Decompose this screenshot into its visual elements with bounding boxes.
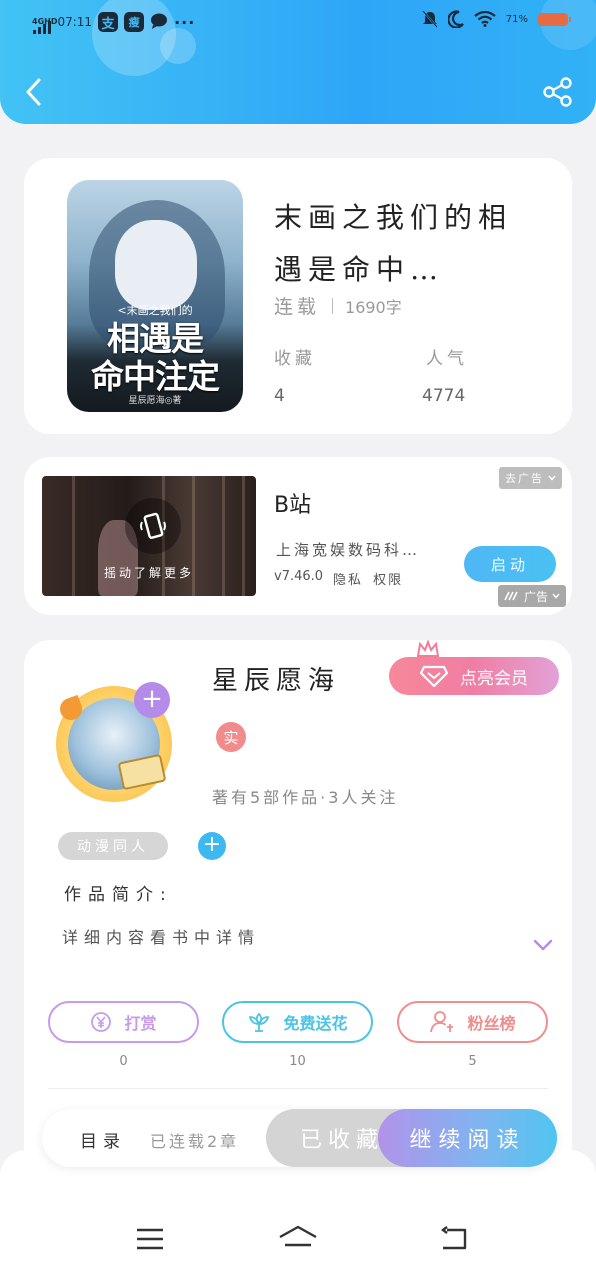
flower-icon bbox=[249, 1013, 270, 1032]
privacy-link[interactable]: 隐私 bbox=[333, 569, 363, 588]
permission-link[interactable]: 权限 bbox=[373, 569, 403, 588]
ad-hint: 摇动了解更多 bbox=[103, 566, 194, 580]
verified-badge: 实 bbox=[216, 722, 246, 752]
favorites-value: 4 bbox=[274, 386, 285, 406]
flower-count: 10 bbox=[289, 1054, 306, 1069]
share-icon bbox=[543, 77, 572, 107]
cover-title-line: 相遇是 bbox=[107, 319, 204, 358]
signal-icon bbox=[33, 20, 52, 34]
intro-label: 作品简介: bbox=[64, 885, 173, 905]
yen-icon bbox=[91, 1012, 112, 1032]
back-nav-button[interactable] bbox=[434, 1224, 474, 1254]
launch-button[interactable]: 启动 bbox=[464, 546, 556, 582]
book-cover[interactable]: <末画之我们的 相遇是 命中注定 星辰愿海◎著 bbox=[67, 180, 243, 412]
header: 4GHD 07:11 支 瘦 ··· 71% bbox=[0, 0, 596, 124]
ad-title: B站 bbox=[274, 493, 312, 518]
back-button[interactable] bbox=[18, 74, 48, 110]
cover-title-line: 命中注定 bbox=[91, 357, 220, 396]
author-name: 星辰愿海 bbox=[212, 666, 341, 696]
divider bbox=[48, 1088, 548, 1089]
tip-label: 打赏 bbox=[124, 1014, 157, 1033]
fan-ranking-button[interactable]: 粉丝榜 bbox=[397, 1001, 548, 1043]
crown-icon bbox=[416, 640, 440, 657]
battery-percent: 71% bbox=[505, 13, 528, 25]
ad-badge-label: 广告 bbox=[523, 589, 548, 604]
wifi-icon bbox=[474, 11, 496, 27]
battery-icon bbox=[538, 12, 571, 26]
remove-ad-button[interactable]: 去广告 bbox=[499, 467, 562, 489]
home-icon bbox=[279, 1225, 317, 1247]
message-icon bbox=[150, 13, 168, 32]
moon-icon bbox=[447, 10, 464, 28]
tip-count: 0 bbox=[119, 1054, 128, 1069]
vip-label: 点亮会员 bbox=[460, 668, 528, 689]
remove-ad-label: 去广告 bbox=[505, 472, 544, 485]
mute-icon bbox=[422, 10, 438, 28]
ad-meta-row: v7.46.0 隐私 权限 bbox=[274, 569, 403, 588]
chevron-down-icon[interactable] bbox=[532, 938, 554, 952]
app-icon: 瘦 bbox=[124, 12, 145, 32]
follow-button[interactable]: + bbox=[134, 682, 170, 718]
send-flower-button[interactable]: 免费送花 bbox=[222, 1001, 373, 1043]
cover-illustration bbox=[115, 220, 197, 310]
user-ranking-icon bbox=[430, 1011, 454, 1033]
chevron-down-icon bbox=[552, 593, 560, 599]
send-flower-label: 免费送花 bbox=[283, 1014, 348, 1033]
back-icon bbox=[441, 1226, 467, 1250]
alipay-icon: 支 bbox=[98, 12, 119, 32]
read-bar: 目录 已连载2章 已收藏 继续阅读 bbox=[42, 1109, 557, 1167]
serial-status: 连载 bbox=[274, 296, 321, 318]
fan-ranking-label: 粉丝榜 bbox=[467, 1014, 516, 1033]
book-info-card: <末画之我们的 相遇是 命中注定 星辰愿海◎著 末画之我们的相遇是命中… 连载 … bbox=[24, 158, 572, 434]
tip-button[interactable]: 打赏 bbox=[48, 1001, 199, 1043]
chapter-count: 已连载2章 bbox=[150, 1132, 240, 1151]
fan-count: 5 bbox=[468, 1054, 477, 1069]
ad-logo-icon bbox=[504, 591, 518, 601]
menu-icon bbox=[137, 1228, 163, 1250]
book-title: 末画之我们的相遇是命中… bbox=[274, 201, 513, 286]
diamond-icon bbox=[420, 665, 448, 687]
divider bbox=[332, 297, 334, 314]
menu-button[interactable] bbox=[130, 1224, 170, 1254]
continue-reading-button[interactable]: 继续阅读 bbox=[378, 1109, 557, 1167]
intro-text: 详细内容看书中详情 bbox=[62, 928, 261, 947]
more-indicator: ··· bbox=[174, 12, 196, 32]
genre-tag[interactable]: 动漫同人 bbox=[58, 832, 168, 860]
ad-description: 上海宽娱数码科… bbox=[276, 541, 421, 559]
ad-card[interactable]: 摇动了解更多 去广告 B站 上海宽娱数码科… v7.46.0 隐私 权限 启动 … bbox=[24, 457, 572, 615]
status-bar: 4GHD 07:11 支 瘦 ··· 71% bbox=[0, 0, 596, 44]
ad-badge[interactable]: 广告 bbox=[497, 585, 566, 607]
system-nav-bar bbox=[0, 1150, 596, 1280]
cover-author: 星辰愿海◎著 bbox=[128, 396, 182, 406]
cover-title: 相遇是 命中注定 bbox=[67, 320, 243, 396]
clock: 07:11 bbox=[57, 15, 93, 29]
add-tag-button[interactable]: + bbox=[198, 832, 226, 860]
chevron-down-icon bbox=[548, 475, 556, 481]
chevron-left-icon bbox=[26, 78, 41, 106]
shake-phone-icon bbox=[125, 498, 181, 554]
ad-video[interactable]: 摇动了解更多 bbox=[42, 476, 256, 596]
popularity-value: 4774 bbox=[422, 386, 466, 406]
favorites-label: 收藏 bbox=[274, 349, 316, 369]
ad-version: v7.46.0 bbox=[274, 569, 324, 584]
share-button[interactable] bbox=[542, 76, 574, 108]
author-meta: 著有5部作品·3人关注 bbox=[212, 788, 399, 807]
word-count: 1690字 bbox=[345, 297, 402, 317]
toc-button[interactable]: 目录 bbox=[80, 1127, 126, 1152]
book-status-row: 连载 1690字 bbox=[274, 292, 402, 319]
vip-button[interactable]: 点亮会员 bbox=[389, 657, 559, 695]
cover-subtitle: <末画之我们的 bbox=[117, 304, 193, 317]
home-button[interactable] bbox=[278, 1224, 318, 1254]
popularity-label: 人气 bbox=[426, 349, 468, 369]
